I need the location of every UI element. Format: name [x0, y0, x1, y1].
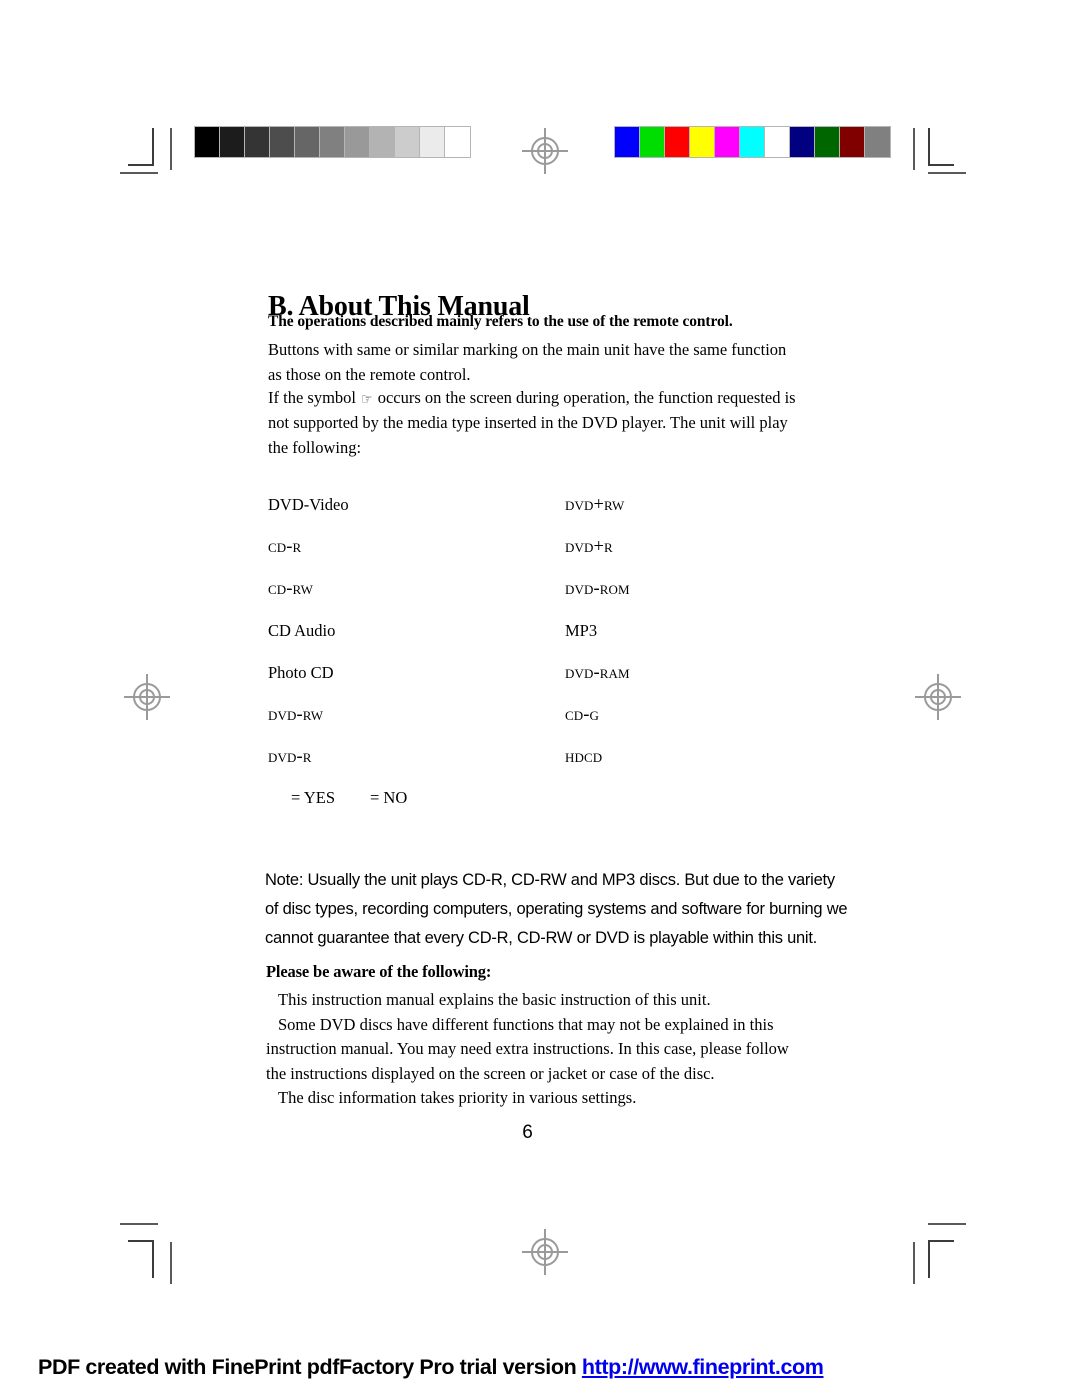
aware-body: This instruction manual explains the bas… — [266, 988, 811, 1111]
paragraph-buttons: Buttons with same or similar marking on … — [268, 340, 787, 384]
disc-type-left: cd-rw — [268, 579, 313, 599]
gray-swatch-5 — [320, 127, 345, 157]
gray-swatch-10 — [445, 127, 470, 157]
disc-type-right: hdcd — [565, 747, 603, 767]
paragraph-symbol: If the symbol ☞ occurs on the screen dur… — [268, 385, 803, 460]
disc-type-right: dvd-rom — [565, 579, 630, 599]
disc-type-left: dvd-r — [268, 747, 312, 767]
disc-type-right: dvd+rw — [565, 495, 625, 515]
fineprint-footer-banner: PDF created with FinePrint pdfFactory Pr… — [38, 1355, 1048, 1380]
disc-row: cd-r dvd+r — [268, 537, 728, 579]
color-swatch-9 — [840, 127, 865, 157]
aware-paragraph-3: The disc information takes priority in v… — [278, 1088, 637, 1107]
disc-type-right: dvd+r — [565, 537, 613, 557]
disc-type-right: MP3 — [565, 621, 598, 640]
disc-row: Photo CD dvd-ram — [268, 663, 728, 705]
crop-tick-bottom-right — [913, 1242, 915, 1284]
disc-row: cd-rw dvd-rom — [268, 579, 728, 621]
aware-paragraph-2: Some DVD discs have different functions … — [266, 1014, 789, 1083]
gray-swatch-0 — [195, 127, 220, 157]
crop-mark-top-right-corner — [928, 128, 954, 166]
color-swatch-0 — [615, 127, 640, 157]
crop-mark-bottom-left-corner — [128, 1240, 154, 1278]
disc-type-right: dvd-ram — [565, 663, 630, 683]
disc-type-left: cd-r — [268, 537, 302, 557]
crop-rule-top-right — [928, 172, 966, 174]
crop-rule-bottom-left — [120, 1223, 158, 1225]
crop-mark-bottom-right-corner — [928, 1240, 954, 1278]
supported-disc-list: DVD-Video dvd+rw cd-r dvd+r cd-rw dvd-rom CD A… — [268, 495, 728, 789]
gray-swatch-4 — [295, 127, 320, 157]
color-swatch-8 — [815, 127, 840, 157]
color-swatch-1 — [640, 127, 665, 157]
color-swatch-10 — [865, 127, 890, 157]
color-swatch-4 — [715, 127, 740, 157]
footer-text: PDF created with FinePrint pdfFactory Pr… — [38, 1355, 582, 1379]
color-swatch-3 — [690, 127, 715, 157]
gray-swatch-2 — [245, 127, 270, 157]
gray-swatch-8 — [395, 127, 420, 157]
hand-symbol-icon: ☞ — [361, 392, 373, 408]
color-swatch-2 — [665, 127, 690, 157]
crop-tick-top-left — [170, 128, 172, 170]
disc-type-left: dvd-rw — [268, 705, 324, 725]
disc-type-left: DVD-Video — [268, 495, 349, 514]
gray-swatch-7 — [370, 127, 395, 157]
aware-heading: Please be aware of the following: — [266, 962, 492, 981]
gray-swatch-1 — [220, 127, 245, 157]
disc-row: dvd-rw cd-g — [268, 705, 728, 747]
crop-tick-bottom-left — [170, 1242, 172, 1284]
symbol-sentence-prefix: If the symbol — [268, 388, 356, 407]
lead-statement: The operations described mainly refers t… — [268, 313, 733, 330]
legend-no: = NO — [370, 788, 408, 807]
crop-mark-top-left-corner — [128, 128, 154, 166]
gray-swatch-3 — [270, 127, 295, 157]
disc-type-left: Photo CD — [268, 663, 334, 682]
color-swatch-6 — [765, 127, 790, 157]
grayscale-calibration-strip — [194, 126, 471, 158]
color-swatch-5 — [740, 127, 765, 157]
disc-support-legend: = YES = NO — [291, 788, 407, 808]
color-swatch-7 — [790, 127, 815, 157]
note-paragraph: Note: Usually the unit plays CD-R, CD-RW… — [265, 871, 848, 947]
registration-target-top-center — [522, 128, 568, 174]
disc-type-left: CD Audio — [268, 621, 336, 640]
disc-row: DVD-Video dvd+rw — [268, 495, 728, 537]
legend-yes: = YES — [291, 788, 335, 807]
calibration-band — [0, 0, 1080, 200]
disc-row: dvd-r hdcd — [268, 747, 728, 789]
crop-tick-top-right — [913, 128, 915, 170]
registration-target-middle-left — [124, 674, 170, 720]
crop-rule-top-left — [120, 172, 158, 174]
page-number: 6 — [522, 1122, 533, 1143]
crop-rule-bottom-right — [928, 1223, 966, 1225]
color-calibration-strip — [614, 126, 891, 158]
disc-type-right: cd-g — [565, 705, 600, 725]
disc-row: CD Audio MP3 — [268, 621, 728, 663]
registration-target-bottom-center — [522, 1229, 568, 1275]
fineprint-url-link[interactable]: http://www.fineprint.com — [582, 1355, 824, 1379]
aware-paragraph-1: This instruction manual explains the bas… — [278, 990, 711, 1009]
registration-target-middle-right — [915, 674, 961, 720]
gray-swatch-9 — [420, 127, 445, 157]
gray-swatch-6 — [345, 127, 370, 157]
